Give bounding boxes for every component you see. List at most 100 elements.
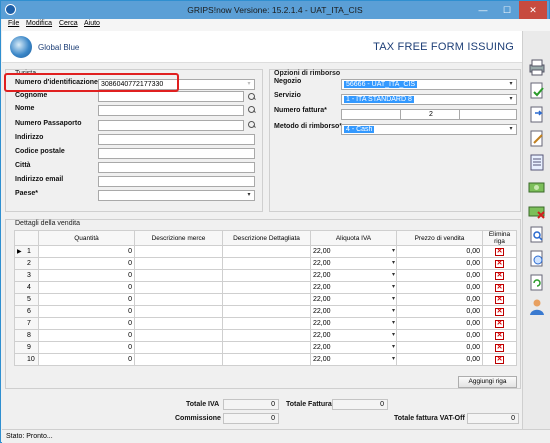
document-arrow-icon[interactable]: [527, 105, 547, 125]
delete-row-icon[interactable]: ✕: [495, 343, 504, 352]
citta-input[interactable]: [98, 162, 255, 173]
quantita-cell[interactable]: 0: [38, 281, 135, 294]
descrizione-merce-cell[interactable]: [134, 269, 223, 282]
numero-passaporto-input[interactable]: [98, 120, 244, 131]
codice-postale-input[interactable]: [98, 148, 255, 159]
close-button[interactable]: ✕: [519, 1, 547, 19]
search-icon[interactable]: [248, 121, 256, 129]
maximize-button[interactable]: ☐: [495, 1, 519, 19]
quantita-cell[interactable]: 0: [38, 257, 135, 270]
descrizione-merce-cell[interactable]: [134, 305, 223, 318]
aliquota-iva-cell[interactable]: 22,00 ▾: [310, 305, 397, 318]
delete-row-icon[interactable]: ✕: [495, 259, 504, 268]
descrizione-dettagliata-cell[interactable]: [222, 269, 311, 282]
aliquota-iva-cell[interactable]: 22,00 ▾: [310, 245, 397, 258]
cognome-input[interactable]: [98, 91, 244, 102]
col-header-aliquota-iva[interactable]: Aliquota IVA: [310, 230, 397, 246]
aliquota-iva-cell[interactable]: 22,00 ▾: [310, 293, 397, 306]
aliquota-iva-cell[interactable]: 22,00 ▾: [310, 269, 397, 282]
delete-row-icon[interactable]: ✕: [495, 271, 504, 280]
descrizione-merce-cell[interactable]: [134, 341, 223, 354]
descrizione-merce-cell[interactable]: [134, 293, 223, 306]
prezzo-vendita-cell[interactable]: 0,00: [396, 269, 483, 282]
document-zoom-icon[interactable]: [527, 249, 547, 269]
col-header-descrizione-merce[interactable]: Descrizione merce: [134, 230, 223, 246]
quantita-cell[interactable]: 0: [38, 293, 135, 306]
aliquota-iva-cell[interactable]: 22,00 ▾: [310, 257, 397, 270]
numero-fattura-input[interactable]: 2: [400, 109, 460, 120]
col-header-descrizione-dettagliata[interactable]: Descrizione Dettagliata: [222, 230, 311, 246]
menu-file[interactable]: File: [8, 20, 19, 27]
descrizione-dettagliata-cell[interactable]: [222, 317, 311, 330]
col-header-quantita[interactable]: Quantità: [38, 230, 135, 246]
descrizione-merce-cell[interactable]: [134, 281, 223, 294]
fattura-prefix-input[interactable]: [341, 109, 401, 120]
quantita-cell[interactable]: 0: [38, 245, 135, 258]
prezzo-vendita-cell[interactable]: 0,00: [396, 305, 483, 318]
delete-row-icon[interactable]: ✕: [495, 355, 504, 364]
descrizione-dettagliata-cell[interactable]: [222, 341, 311, 354]
document-refresh-icon[interactable]: [527, 273, 547, 293]
aliquota-iva-cell[interactable]: 22,00 ▾: [310, 341, 397, 354]
document-list-icon[interactable]: [527, 153, 547, 173]
indirizzo-email-input[interactable]: [98, 176, 255, 187]
metodo-rimborso-select[interactable]: 4 - Cash ▾: [341, 124, 517, 135]
descrizione-merce-cell[interactable]: [134, 257, 223, 270]
menu-aiuto[interactable]: Aiuto: [84, 20, 100, 27]
prezzo-vendita-cell[interactable]: 0,00: [396, 317, 483, 330]
descrizione-dettagliata-cell[interactable]: [222, 293, 311, 306]
aggiungi-riga-button[interactable]: Aggiungi riga: [458, 376, 517, 388]
aliquota-iva-cell[interactable]: 22,00 ▾: [310, 317, 397, 330]
nome-input[interactable]: [98, 105, 244, 116]
prezzo-vendita-cell[interactable]: 0,00: [396, 257, 483, 270]
delete-row-icon[interactable]: ✕: [495, 319, 504, 328]
delete-row-icon[interactable]: ✕: [495, 247, 504, 256]
quantita-cell[interactable]: 0: [38, 305, 135, 318]
user-icon[interactable]: [527, 297, 547, 317]
prezzo-vendita-cell[interactable]: 0,00: [396, 281, 483, 294]
descrizione-dettagliata-cell[interactable]: [222, 245, 311, 258]
quantita-cell[interactable]: 0: [38, 353, 135, 366]
aliquota-iva-cell[interactable]: 22,00 ▾: [310, 353, 397, 366]
descrizione-dettagliata-cell[interactable]: [222, 329, 311, 342]
descrizione-merce-cell[interactable]: [134, 353, 223, 366]
aliquota-iva-cell[interactable]: 22,00 ▾: [310, 281, 397, 294]
descrizione-merce-cell[interactable]: [134, 329, 223, 342]
search-icon[interactable]: [248, 106, 256, 114]
delete-row-icon[interactable]: ✕: [495, 331, 504, 340]
quantita-cell[interactable]: 0: [38, 341, 135, 354]
aliquota-iva-cell[interactable]: 22,00 ▾: [310, 329, 397, 342]
quantita-cell[interactable]: 0: [38, 329, 135, 342]
document-check-icon[interactable]: [527, 81, 547, 101]
money-icon[interactable]: [527, 177, 547, 197]
minimize-button[interactable]: —: [471, 1, 495, 19]
quantita-cell[interactable]: 0: [38, 269, 135, 282]
search-icon[interactable]: [248, 93, 256, 101]
delete-row-icon[interactable]: ✕: [495, 295, 504, 304]
document-edit-icon[interactable]: [527, 129, 547, 149]
prezzo-vendita-cell[interactable]: 0,00: [396, 293, 483, 306]
servizio-select[interactable]: 1 - ITA STANDARD 8 ▾: [341, 94, 517, 105]
prezzo-vendita-cell[interactable]: 0,00: [396, 329, 483, 342]
menu-cerca[interactable]: Cerca: [59, 20, 78, 27]
descrizione-dettagliata-cell[interactable]: [222, 305, 311, 318]
indirizzo-input[interactable]: [98, 134, 255, 145]
col-header-prezzo-vendita[interactable]: Prezzo di vendita: [396, 230, 483, 246]
negozio-select[interactable]: 56666 - UAT_ITA_CIS ▾: [341, 79, 517, 90]
prezzo-vendita-cell[interactable]: 0,00: [396, 245, 483, 258]
descrizione-dettagliata-cell[interactable]: [222, 257, 311, 270]
menu-modifica[interactable]: Modifica: [26, 20, 52, 27]
document-search-icon[interactable]: [527, 225, 547, 245]
fattura-suffix-input[interactable]: [459, 109, 517, 120]
descrizione-dettagliata-cell[interactable]: [222, 353, 311, 366]
descrizione-dettagliata-cell[interactable]: [222, 281, 311, 294]
prezzo-vendita-cell[interactable]: 0,00: [396, 341, 483, 354]
descrizione-merce-cell[interactable]: [134, 245, 223, 258]
paese-select[interactable]: ▾: [98, 190, 255, 201]
print-icon[interactable]: [527, 57, 547, 77]
money-cancel-icon[interactable]: [527, 201, 547, 221]
prezzo-vendita-cell[interactable]: 0,00: [396, 353, 483, 366]
quantita-cell[interactable]: 0: [38, 317, 135, 330]
delete-row-icon[interactable]: ✕: [495, 307, 504, 316]
descrizione-merce-cell[interactable]: [134, 317, 223, 330]
